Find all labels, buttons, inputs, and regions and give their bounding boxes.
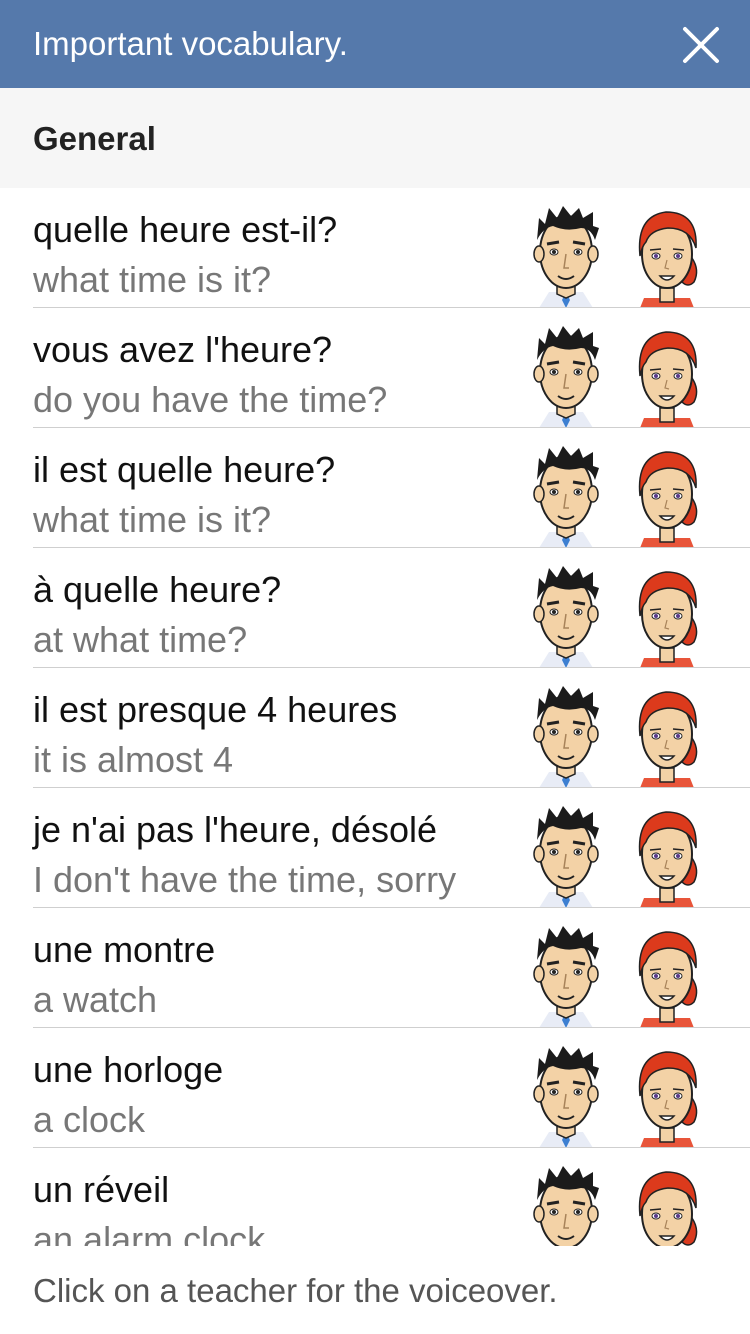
french-phrase: à quelle heure? [33,569,282,610]
french-phrase: une horloge [33,1049,224,1090]
male-teacher-voice-button[interactable] [531,1046,601,1148]
female-teacher-voice-button[interactable] [632,686,702,788]
female-teacher-avatar-icon [638,331,698,428]
list-item: à quelle heure? at what time? [0,548,750,668]
english-translation: I don't have the time, sorry [33,859,457,900]
list-item: une horloge a clock [0,1028,750,1148]
app-header: Important vocabulary. [0,0,750,88]
close-icon [683,27,719,63]
list-item: un réveil an alarm clock [0,1148,750,1246]
french-phrase: une montre [33,929,216,970]
female-teacher-voice-button[interactable] [632,326,702,428]
male-teacher-avatar-icon [533,326,599,428]
english-translation: at what time? [33,619,248,660]
male-teacher-voice-button[interactable] [531,206,601,308]
english-translation: a clock [33,1099,146,1140]
french-phrase: quelle heure est-il? [33,209,338,250]
male-teacher-avatar-icon [533,806,599,908]
close-button[interactable] [676,20,726,70]
male-teacher-avatar-icon [533,566,599,668]
french-phrase: vous avez l'heure? [33,329,333,370]
female-teacher-avatar-icon [638,211,698,308]
male-teacher-voice-button[interactable] [531,1166,601,1246]
female-teacher-avatar-icon [638,571,698,668]
section-header: General [0,88,750,188]
english-translation: it is almost 4 [33,739,234,780]
list-item: une montre a watch [0,908,750,1028]
male-teacher-avatar-icon [533,1166,599,1246]
male-teacher-voice-button[interactable] [531,686,601,788]
english-translation: what time is it? [33,499,272,540]
footer: Click on a teacher for the voiceover. [0,1246,750,1334]
footer-hint: Click on a teacher for the voiceover. [33,1272,558,1309]
french-phrase: il est presque 4 heures [33,689,398,730]
english-translation: do you have the time? [33,379,388,420]
page-title: Important vocabulary. [33,25,348,62]
female-teacher-voice-button[interactable] [632,1046,702,1148]
male-teacher-avatar-icon [533,206,599,308]
female-teacher-avatar-icon [638,931,698,1028]
list-item: il est presque 4 heures it is almost 4 [0,668,750,788]
male-teacher-voice-button[interactable] [531,566,601,668]
female-teacher-voice-button[interactable] [632,206,702,308]
female-teacher-voice-button[interactable] [632,806,702,908]
list-item: je n'ai pas l'heure, désolé I don't have … [0,788,750,908]
female-teacher-avatar-icon [638,811,698,908]
english-translation: an alarm clock [33,1219,266,1246]
english-translation: a watch [33,979,158,1020]
male-teacher-voice-button[interactable] [531,326,601,428]
female-teacher-voice-button[interactable] [632,446,702,548]
female-teacher-voice-button[interactable] [632,926,702,1028]
french-phrase: je n'ai pas l'heure, désolé [33,809,438,850]
male-teacher-avatar-icon [533,1046,599,1148]
list-item: vous avez l'heure? do you have the time? [0,308,750,428]
list-item: quelle heure est-il? what time is it? [0,188,750,308]
female-teacher-avatar-icon [638,451,698,548]
list-item: il est quelle heure? what time is it? [0,428,750,548]
male-teacher-voice-button[interactable] [531,446,601,548]
french-phrase: un réveil [33,1169,170,1210]
female-teacher-avatar-icon [638,1171,698,1246]
french-phrase: il est quelle heure? [33,449,336,490]
section-title: General [33,120,156,157]
vocabulary-list[interactable]: quelle heure est-il? what time is it? vou… [0,188,750,1246]
female-teacher-avatar-icon [638,1051,698,1148]
male-teacher-voice-button[interactable] [531,806,601,908]
male-teacher-avatar-icon [533,446,599,548]
male-teacher-voice-button[interactable] [531,926,601,1028]
male-teacher-avatar-icon [533,686,599,788]
female-teacher-voice-button[interactable] [632,566,702,668]
female-teacher-voice-button[interactable] [632,1166,702,1246]
female-teacher-avatar-icon [638,691,698,788]
english-translation: what time is it? [33,259,272,300]
male-teacher-avatar-icon [533,926,599,1028]
